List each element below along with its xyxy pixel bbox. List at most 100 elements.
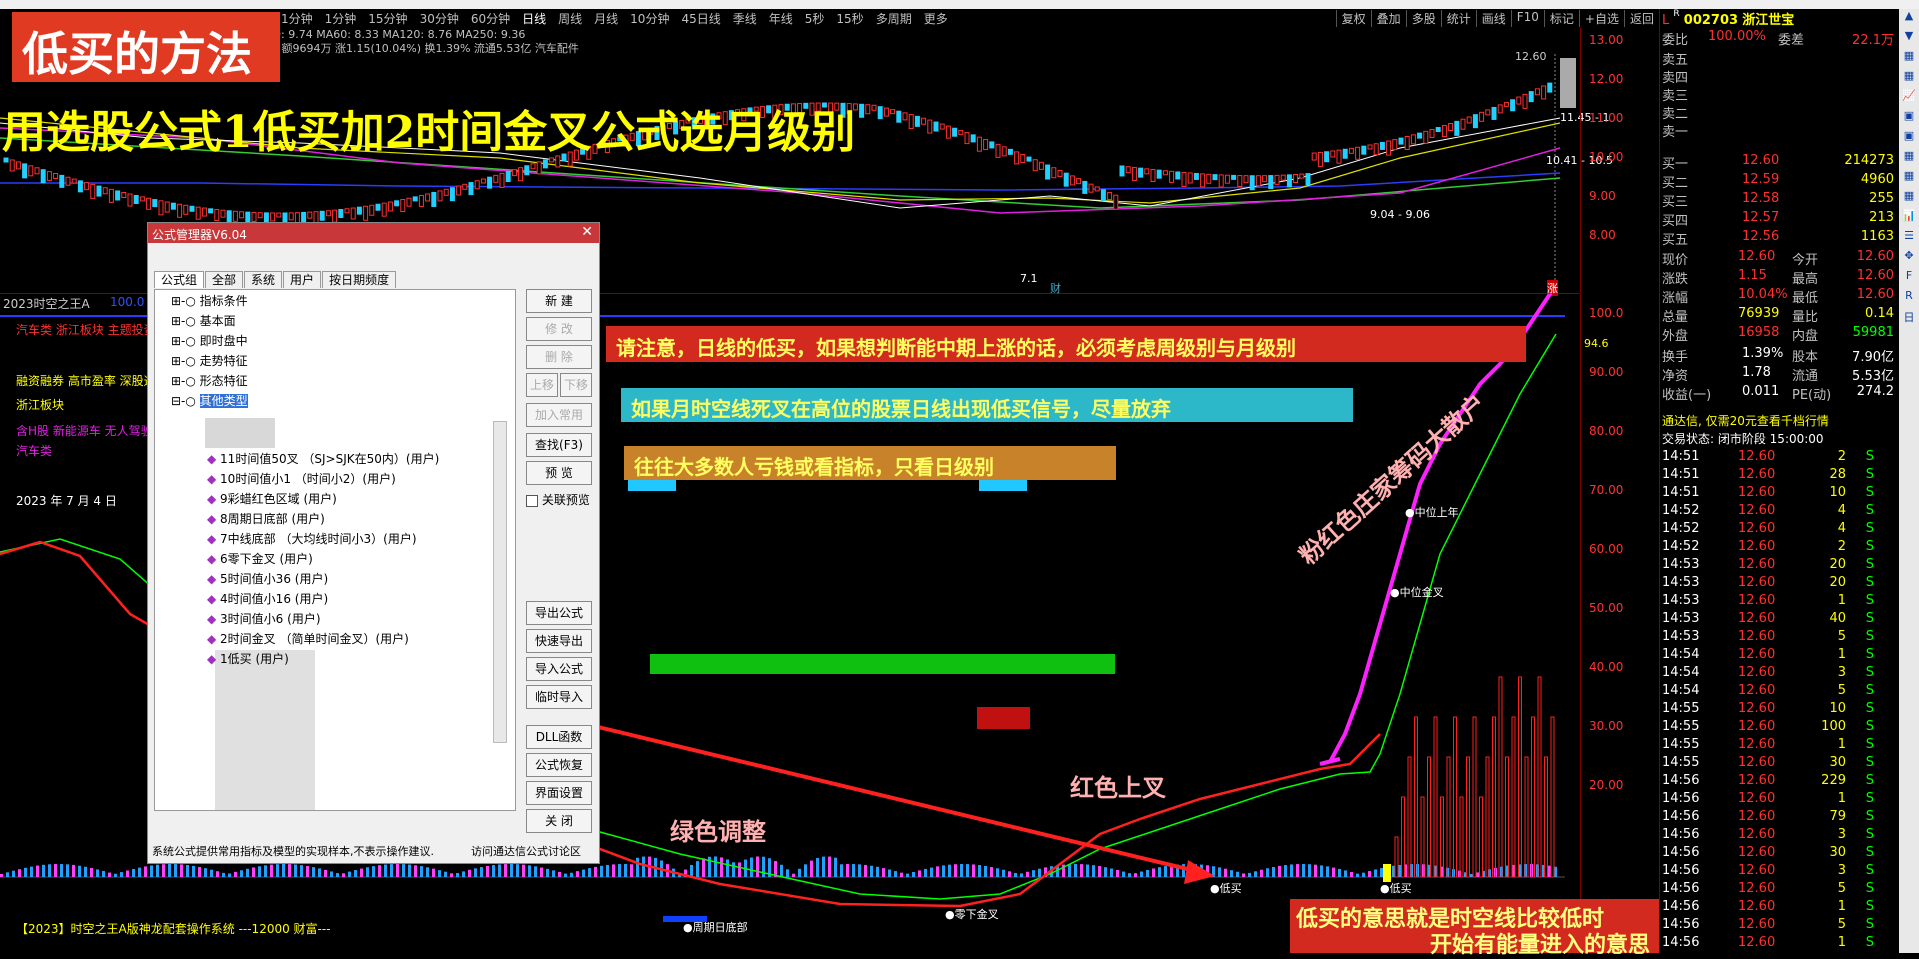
period-tab[interactable]: 30分钟	[414, 10, 465, 27]
period-tab[interactable]: 季线	[727, 10, 763, 27]
period-tab[interactable]: 日线	[516, 10, 552, 27]
dialog-button[interactable]: 加入常用	[526, 403, 592, 427]
tree-group[interactable]: ⊞-○ 形态特征	[171, 372, 248, 389]
dialog-button[interactable]: 界面设置	[526, 781, 592, 805]
dialog-button[interactable]: DLL函数	[526, 725, 592, 749]
toolbar-button[interactable]: 叠加	[1370, 10, 1406, 27]
toolbar-button[interactable]: F10	[1510, 10, 1544, 27]
period-tab[interactable]: 15分钟	[362, 10, 413, 27]
histogram-bar	[12, 870, 15, 877]
period-tab[interactable]: 15秒	[830, 10, 869, 27]
tree-expand-icon[interactable]: ⊞-○	[171, 334, 200, 348]
dialog-tab[interactable]: 按日期频度	[322, 271, 397, 288]
up-arrow-icon[interactable]: ▲	[1899, 9, 1919, 29]
grid-icon-4[interactable]: ▦	[1899, 169, 1919, 189]
tree-group[interactable]: ⊞-○ 基本面	[171, 312, 236, 329]
tree-group[interactable]: ⊞-○ 指标条件	[171, 292, 248, 309]
dialog-button[interactable]: 修 改	[526, 317, 592, 341]
formula-item[interactable]: ◆ 10时间值小1 （时间小2）(用户)	[207, 470, 396, 487]
rsi-icon[interactable]: R	[1899, 289, 1919, 309]
dialog-tab[interactable]: 系统	[244, 271, 283, 288]
dialog-button[interactable]: 临时导入	[526, 685, 592, 709]
formula-icon: ◆	[207, 632, 221, 646]
toolbar-button[interactable]: 返回	[1623, 10, 1659, 27]
formula-item[interactable]: ◆ 3时间值小6 (用户)	[207, 610, 321, 627]
tree-group[interactable]: ⊟-○ 其他类型	[171, 392, 248, 409]
dialog-button[interactable]: 上移	[526, 373, 558, 397]
tree-expand-icon[interactable]: ⊞-○	[171, 314, 200, 328]
period-tab[interactable]: 45日线	[675, 10, 726, 27]
period-tab[interactable]: 10分钟	[624, 10, 675, 27]
candle	[325, 210, 331, 217]
dialog-button[interactable]: 删 除	[526, 345, 592, 369]
period-tab[interactable]: 5秒	[799, 10, 831, 27]
tree-expand-icon[interactable]: ⊞-○	[171, 354, 200, 368]
list-icon[interactable]: ☰	[1899, 229, 1919, 249]
dialog-button[interactable]: 预 览	[526, 461, 592, 485]
toolbar-button[interactable]: +自选	[1578, 10, 1624, 27]
formula-item[interactable]: ◆ 9彩蜡红色区域 (用户)	[207, 490, 337, 507]
toolbar-button[interactable]: 画线	[1475, 10, 1511, 27]
period-tab[interactable]: 1分钟	[319, 10, 363, 27]
tree-scrollbar[interactable]	[493, 421, 507, 743]
tree-group[interactable]: ⊞-○ 即时盘中	[171, 332, 248, 349]
stat-label: 现价	[1662, 253, 1689, 268]
period-tab[interactable]: 月线	[588, 10, 624, 27]
tree-group[interactable]: ⊞-○ 走势特征	[171, 352, 248, 369]
dialog-button[interactable]: 新 建	[526, 289, 592, 313]
formula-item[interactable]: ◆ 2时间金叉 （简单时间金叉）(用户)	[207, 630, 409, 647]
period-tab[interactable]: 1分钟	[275, 10, 319, 27]
close-icon[interactable]: ✕	[581, 224, 593, 240]
preview-checkbox[interactable]: 关联预览	[526, 491, 590, 508]
grid-icon[interactable]: ▦	[1899, 49, 1919, 69]
dialog-tab[interactable]: 全部	[205, 271, 244, 288]
tree-expand-icon[interactable]: ⊟-○	[171, 394, 200, 408]
formula-item[interactable]: ◆ 8周期日底部 (用户)	[207, 510, 325, 527]
buy-level-label: 买二	[1662, 176, 1689, 191]
tree-expand-icon[interactable]: ⊞-○	[171, 294, 200, 308]
tree-expand-icon[interactable]: ⊞-○	[171, 374, 200, 388]
grid-icon-5[interactable]: ▦	[1899, 189, 1919, 209]
formula-item[interactable]: ◆ 1低买 (用户)	[207, 650, 289, 667]
dialog-button[interactable]: 快速导出	[526, 629, 592, 653]
formula-label: 1低买 (用户)	[220, 652, 289, 666]
chart-icon-2[interactable]: 📊	[1899, 209, 1919, 229]
toolbar-button[interactable]: 多股	[1405, 10, 1441, 27]
formula-icon: ◆	[207, 592, 221, 606]
chart-icon[interactable]: 📈	[1899, 89, 1919, 109]
ad-text[interactable]: 通达信, 仅需20元查看千档行情	[1662, 412, 1896, 430]
period-tab[interactable]: 周线	[552, 10, 588, 27]
grid-icon-2[interactable]: ▦	[1899, 69, 1919, 89]
square-icon-2[interactable]: ▣	[1899, 129, 1919, 149]
dialog-button[interactable]: 下移	[560, 373, 592, 397]
toolbar-button[interactable]: 复权	[1335, 10, 1371, 27]
dialog-button[interactable]: 导入公式	[526, 657, 592, 681]
formula-item[interactable]: ◆ 11时间值50叉 （SJ>SJK在50内）(用户)	[207, 450, 439, 467]
formula-item[interactable]: ◆ 5时间值小36 (用户)	[207, 570, 328, 587]
letter-icon[interactable]: F	[1899, 269, 1919, 289]
square-icon[interactable]: ▣	[1899, 109, 1919, 129]
period-tab[interactable]: 年线	[763, 10, 799, 27]
grid-icon-3[interactable]: ▦	[1899, 149, 1919, 169]
formula-item[interactable]: ◆ 7中线底部 （大均线时间小3）(用户)	[207, 530, 417, 547]
dialog-tab[interactable]: 用户	[283, 271, 322, 288]
down-arrow-icon[interactable]: ▼	[1899, 29, 1919, 49]
dialog-button[interactable]: 导出公式	[526, 601, 592, 625]
arrow-cross-icon[interactable]: ✥	[1899, 249, 1919, 269]
period-icon[interactable]: 日	[1899, 309, 1919, 329]
dialog-footer-link[interactable]: 访问通达信公式讨论区	[471, 843, 581, 859]
dialog-button[interactable]: 公式恢复	[526, 753, 592, 777]
period-tab[interactable]: 更多	[918, 10, 954, 27]
formula-tree[interactable]: ⊞-○ 指标条件 ⊞-○ 基本面 ⊞-○ 即时盘中 ⊞-○ 走势特征 ⊞-○ 形态特征 ⊟…	[154, 289, 516, 811]
formula-item[interactable]: ◆ 4时间值小16 (用户)	[207, 590, 328, 607]
toolbar-button[interactable]: 标记	[1543, 10, 1579, 27]
toolbar-button[interactable]: 统计	[1440, 10, 1476, 27]
period-tab[interactable]: 60分钟	[465, 10, 516, 27]
volume-bar	[1550, 716, 1555, 878]
dialog-tab[interactable]: 公式组	[154, 271, 205, 288]
dialog-button[interactable]: 关 闭	[526, 809, 592, 833]
formula-item[interactable]: ◆ 6零下金叉 (用户)	[207, 550, 313, 567]
period-tab[interactable]: 多周期	[870, 10, 918, 27]
candle	[1454, 120, 1460, 136]
dialog-button[interactable]: 查找(F3)	[526, 433, 592, 457]
